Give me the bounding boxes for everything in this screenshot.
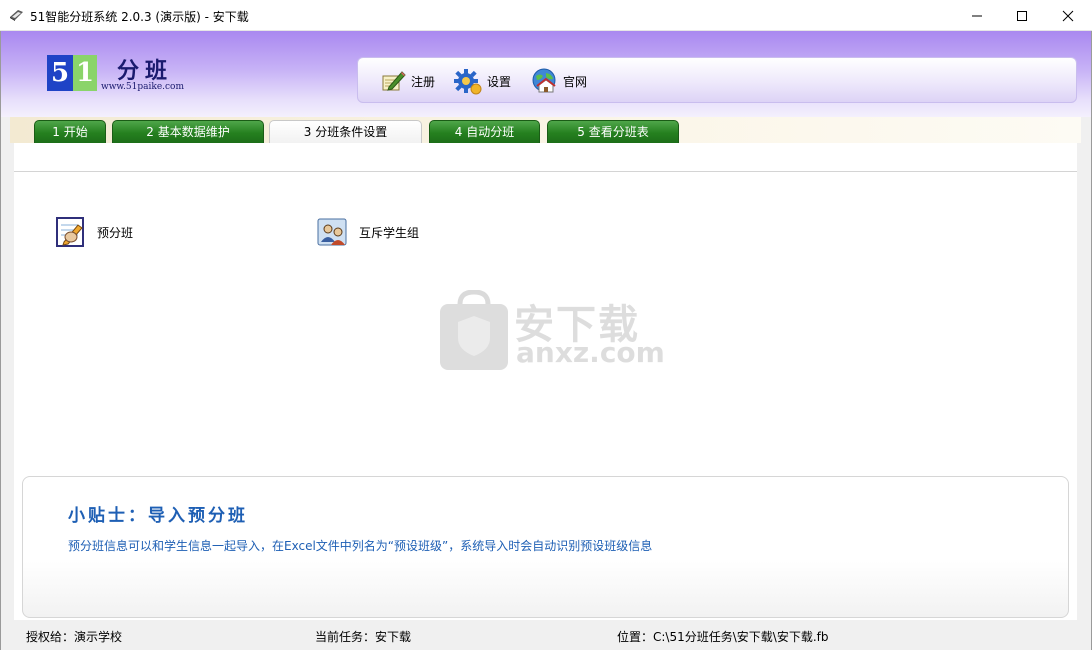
status-location: 位置：C:\51分班任务\安下载\安下载.fb xyxy=(617,630,829,644)
globe-home-icon xyxy=(532,68,556,93)
status-licensed: 授权给：演示学校 xyxy=(26,630,123,644)
maximize-icon xyxy=(1017,10,1027,21)
watermark: 安下载 anxz.com xyxy=(438,290,668,372)
watermark-domain: anxz.com xyxy=(516,336,665,369)
window-title: 51智能分班系统 2.0.3 (演示版) - 安下载 xyxy=(30,10,249,24)
watermark-bag-icon xyxy=(440,290,508,370)
title-bar: 51智能分班系统 2.0.3 (演示版) - 安下载 xyxy=(0,0,1092,31)
window-frame-left xyxy=(0,31,1,666)
logo-digit-5: 5 xyxy=(47,55,73,91)
website-label: 官网 xyxy=(563,74,588,89)
tab-strip: 1 开始 2 基本数据维护 3 分班条件设置 4 自动分班 5 查看分班表 xyxy=(10,117,1081,143)
minimize-icon xyxy=(972,15,982,16)
pre-assign-notepad-icon xyxy=(56,217,84,247)
exclusive-group-label: 互斥学生组 xyxy=(359,225,420,240)
tab-view-classes[interactable]: 5 查看分班表 xyxy=(547,120,679,143)
maximize-button[interactable] xyxy=(999,0,1045,31)
status-bar: 授权给：演示学校 当前任务：安下载 位置：C:\51分班任务\安下载\安下载.f… xyxy=(1,620,1091,650)
tab-auto-assign[interactable]: 4 自动分班 xyxy=(429,120,540,143)
toolbar: 注册 设置 官网 xyxy=(357,57,1077,103)
logo-url: www.51paike.com xyxy=(101,82,184,92)
student-group-icon xyxy=(317,218,347,246)
logo-name: 分班 xyxy=(117,58,174,84)
close-icon xyxy=(1062,10,1074,21)
register-button[interactable]: 注册 xyxy=(380,68,435,94)
pre-assign-button[interactable]: 预分班 xyxy=(54,215,133,249)
close-button[interactable] xyxy=(1045,0,1091,31)
tips-body: 预分班信息可以和学生信息一起导入，在Excel文件中列名为“预设班级”，系统导入… xyxy=(68,539,653,553)
app-book-icon xyxy=(10,10,23,21)
gear-icon xyxy=(454,69,482,95)
app-logo: 5 1 分班 www.51paike.com xyxy=(47,55,197,95)
settings-label: 设置 xyxy=(487,74,512,89)
tips-title: 小贴士：导入预分班 xyxy=(68,506,248,526)
window-bottom-edge xyxy=(0,650,1092,666)
minimize-button[interactable] xyxy=(954,0,1000,31)
main-content: 预分班 互斥学生组 安下载 anxz.com 小贴士：导入预分班 预分班信息可以… xyxy=(14,143,1077,620)
status-current-task: 当前任务：安下载 xyxy=(315,630,412,644)
register-pencil-icon xyxy=(382,71,406,91)
app-header: 5 1 分班 www.51paike.com 注册 设置 官网 xyxy=(1,31,1091,117)
register-label: 注册 xyxy=(411,74,436,89)
website-button[interactable]: 官网 xyxy=(530,68,587,94)
settings-button[interactable]: 设置 xyxy=(454,68,512,95)
tab-start[interactable]: 1 开始 xyxy=(34,120,106,143)
content-divider xyxy=(14,171,1077,172)
tab-class-conditions[interactable]: 3 分班条件设置 xyxy=(269,120,422,143)
tab-basic-data[interactable]: 2 基本数据维护 xyxy=(112,120,264,143)
exclusive-group-button[interactable]: 互斥学生组 xyxy=(316,215,419,249)
pre-assign-label: 预分班 xyxy=(97,225,134,240)
tips-panel: 小贴士：导入预分班 预分班信息可以和学生信息一起导入，在Excel文件中列名为“… xyxy=(22,476,1069,618)
logo-digit-1: 1 xyxy=(73,55,97,91)
